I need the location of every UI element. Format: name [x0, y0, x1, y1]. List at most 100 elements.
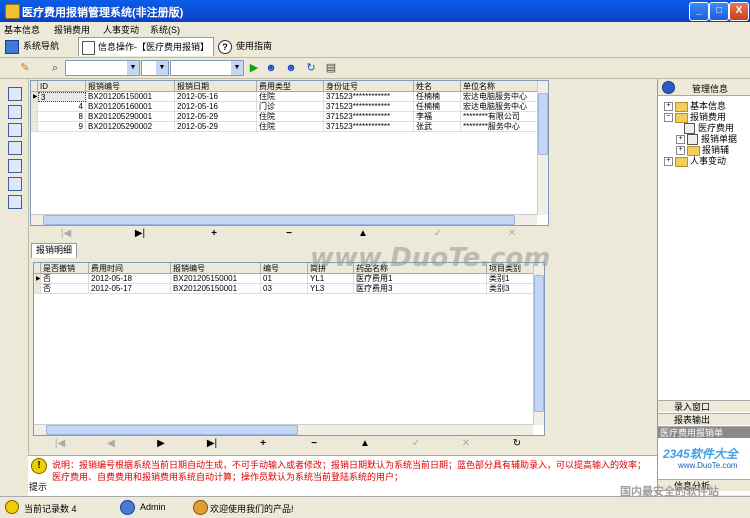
tab-user-guide[interactable]: ? 使用指南 — [218, 37, 288, 55]
lightbulb-icon: ! — [31, 458, 47, 474]
title-bar: 医疗费用报销管理系统(非注册版) _ □ X — [0, 0, 750, 22]
info-icon — [5, 500, 19, 514]
col-header-no[interactable]: 编号 — [261, 263, 308, 274]
row-pointer-icon: ▶ — [34, 274, 41, 284]
minimize-button[interactable]: _ — [689, 2, 709, 21]
edit-detail-button[interactable]: ▲ — [359, 438, 371, 449]
prior-detail-button[interactable]: ◀ — [105, 438, 117, 449]
col-header-revoked[interactable]: 是否撤销 — [41, 263, 89, 274]
row-pointer-icon: ▶ — [31, 92, 38, 102]
list-icon[interactable] — [8, 141, 22, 155]
last-record-button[interactable]: ▶| — [134, 228, 146, 239]
edit-record-button[interactable]: ▲ — [357, 228, 369, 239]
tab-info-operation[interactable]: 信息操作-【医疗费用报销】 — [78, 37, 214, 56]
settings-icon[interactable] — [8, 177, 22, 191]
first-record-button[interactable]: |◀ — [60, 228, 72, 239]
next-detail-button[interactable]: ▶ — [155, 438, 167, 449]
main-grid-vscrollbar[interactable] — [537, 81, 548, 215]
col-header-code[interactable]: 报销编号 — [171, 263, 261, 274]
tab-detail[interactable]: 报销明细 — [31, 243, 77, 258]
filter-value-combo[interactable]: ▼ — [170, 60, 244, 76]
refresh-icon[interactable]: ↻ — [304, 61, 318, 75]
report-output-button[interactable]: 报表输出 — [658, 413, 750, 425]
cancel-detail-button[interactable]: ✕ — [460, 438, 472, 449]
help-icon: ? — [218, 39, 232, 54]
report-icon[interactable] — [8, 159, 22, 173]
toolbar: ✎ ⌕ ▼ ▼ ▼ ▶ ☻ ☻ ↻ ▤ — [0, 58, 750, 79]
edit-pencil-icon[interactable]: ✎ — [18, 61, 32, 75]
maximize-button[interactable]: □ — [709, 2, 729, 21]
search-icon[interactable]: ⌕ — [48, 61, 62, 75]
chevron-down-icon: ▼ — [231, 61, 243, 75]
connection-icon[interactable] — [8, 105, 22, 119]
col-header-time[interactable]: 费用时间 — [89, 263, 171, 274]
detail-grid[interactable]: 是否撤销 费用时间 报销编号 编号 简拼 药品名称 项目类别 ▶ 否 2012-… — [33, 262, 545, 436]
col-header-unit[interactable]: 单位名称 — [461, 81, 538, 92]
site-logo: 2345软件大全 — [663, 447, 738, 461]
first-detail-button[interactable]: |◀ — [54, 438, 66, 449]
row-indicator-header — [31, 81, 38, 92]
note-text: 说明：报销编号根据系统当前日期自动生成，不可手动输入或者修改；报销日期默认为系统… — [52, 460, 647, 482]
note-bar: ! 提示 说明：报销编号根据系统当前日期自动生成，不可手动输入或者修改；报销日期… — [28, 455, 657, 496]
user-icon — [120, 500, 135, 515]
detail-grid-vscrollbar[interactable] — [533, 263, 544, 425]
col-header-idno[interactable]: 身份证号 — [324, 81, 414, 92]
chevron-down-icon: ▼ — [156, 61, 168, 75]
menu-reimbursement[interactable]: 报销费用 — [54, 23, 90, 36]
form-icon[interactable] — [8, 123, 22, 137]
monitor-icon — [5, 39, 19, 54]
panel-logo-icon — [662, 81, 675, 94]
delete-detail-button[interactable]: − — [308, 438, 320, 449]
col-header-code[interactable]: 报销编号 — [86, 81, 175, 92]
detail-grid-hscrollbar[interactable] — [34, 424, 533, 435]
menu-personnel[interactable]: 人事变动 — [103, 23, 139, 36]
delete-record-button[interactable]: − — [283, 228, 295, 239]
col-header-date[interactable]: 报销日期 — [175, 81, 257, 92]
medical-reimb-form-button[interactable]: 医疗费用报销单 — [658, 426, 750, 438]
left-icon-bar — [0, 79, 29, 495]
post-detail-button[interactable]: ✓ — [410, 438, 422, 449]
welcome-text: 欢迎使用我们的产品! — [210, 504, 294, 514]
cancel-record-button[interactable]: ✕ — [506, 228, 518, 239]
menu-bar: 基本信息 报销费用 人事变动 系统(S) — [0, 22, 750, 36]
last-detail-button[interactable]: ▶| — [206, 438, 218, 449]
menu-basic-info[interactable]: 基本信息 — [4, 23, 40, 36]
menu-system[interactable]: 系统(S) — [150, 23, 180, 36]
site-url: www.DuoTe.com — [678, 461, 738, 470]
note-label: 提示 — [29, 482, 48, 492]
filter-field-combo[interactable]: ▼ — [65, 60, 140, 76]
nav-bar: 系统导航 信息操作-【医疗费用报销】 ? 使用指南 — [0, 36, 750, 58]
filter-operator-combo[interactable]: ▼ — [141, 60, 169, 76]
col-header-name[interactable]: 姓名 — [414, 81, 461, 92]
app-icon — [5, 4, 20, 19]
col-header-id[interactable]: ID — [38, 81, 86, 92]
print-icon[interactable]: ▤ — [324, 61, 338, 75]
reimbursement-grid[interactable]: ID 报销编号 报销日期 费用类型 身份证号 姓名 单位名称 ▶ 3 BX201… — [30, 80, 549, 226]
panel-header: 管理信息 — [658, 79, 750, 96]
people-icon — [193, 500, 208, 515]
site-slogan: 国内最安全的软件站 — [620, 486, 719, 498]
management-panel: 管理信息 + 基本信息 − 报销费用 医疗费用 + 报销单据 + 报销辅 + 人事变动 录… — [657, 79, 750, 495]
tree-item-personnel[interactable]: + 人事变动 — [664, 154, 726, 167]
tab-system-nav[interactable]: 系统导航 — [5, 37, 75, 55]
find-all-icon[interactable]: ☻ — [284, 61, 298, 75]
trash-icon[interactable] — [8, 195, 22, 209]
watermark: www.DuoTe.com — [310, 243, 551, 273]
run-query-icon[interactable]: ▶ — [247, 61, 261, 75]
detail-navigator: |◀ ◀ ▶ ▶| + − ▲ ✓ ✕ ↻ — [30, 437, 547, 451]
entry-window-button[interactable]: 录入窗口 — [658, 400, 750, 412]
col-header-type[interactable]: 费用类型 — [257, 81, 324, 92]
add-record-button[interactable]: + — [208, 228, 220, 239]
window-title: 医疗费用报销管理系统(非注册版) — [22, 7, 184, 19]
find-user-icon[interactable]: ☻ — [264, 61, 278, 75]
close-button[interactable]: X — [729, 2, 749, 21]
document-icon — [82, 40, 95, 55]
chevron-down-icon: ▼ — [127, 61, 139, 75]
window-icon[interactable] — [8, 87, 22, 101]
post-record-button[interactable]: ✓ — [432, 228, 444, 239]
refresh-detail-button[interactable]: ↻ — [511, 438, 523, 449]
add-detail-button[interactable]: + — [257, 438, 269, 449]
folder-icon — [675, 156, 688, 167]
status-bar: 当前记录数 4 Admin 欢迎使用我们的产品! 2345软件大全 www.Du… — [0, 447, 750, 518]
main-grid-hscrollbar[interactable] — [31, 214, 537, 225]
